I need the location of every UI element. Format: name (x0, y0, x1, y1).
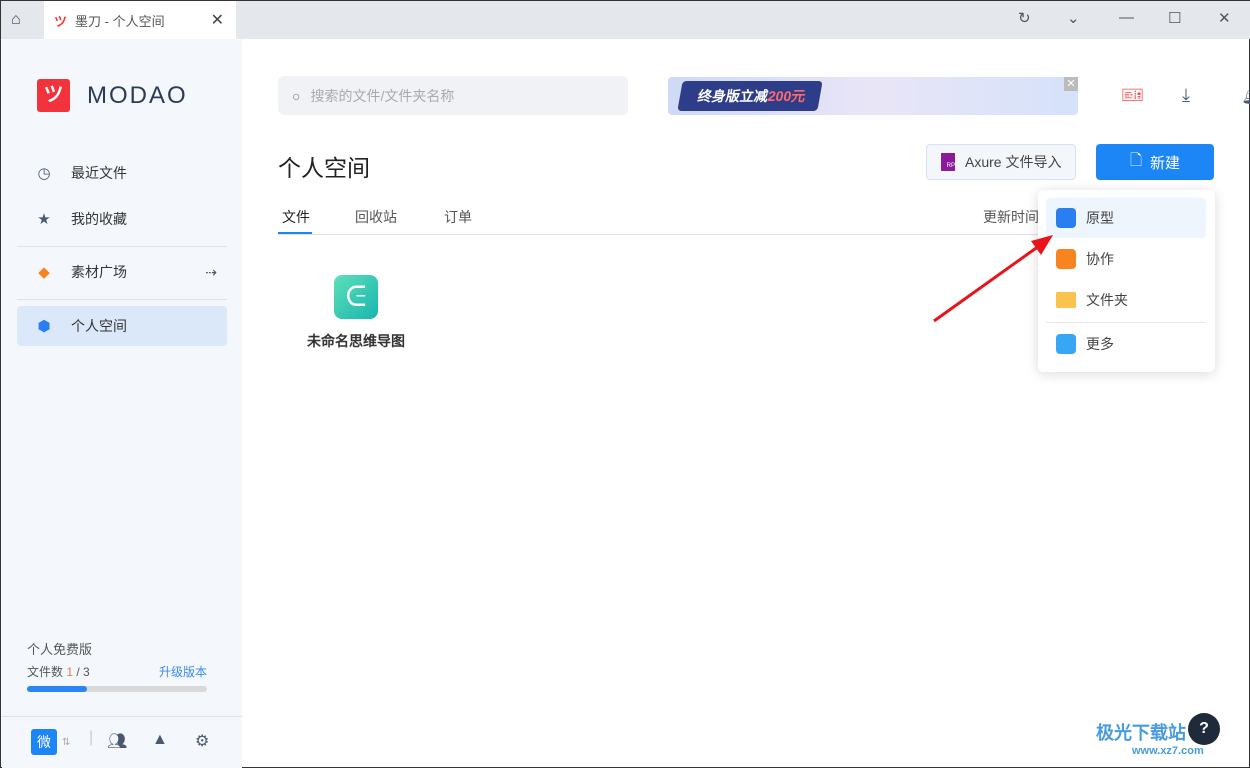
page-title: 个人空间 (278, 155, 370, 181)
count-total: / 3 (73, 665, 90, 679)
usage-progress-fill (27, 686, 87, 692)
button-label: 新建 (1150, 154, 1181, 172)
menu-item-label: 更多 (1086, 336, 1114, 352)
workspace-avatar[interactable]: 微 (31, 729, 57, 755)
refresh-icon[interactable]: ↻ (1018, 9, 1031, 27)
grid-icon (1056, 334, 1076, 354)
plan-name: 个人免费版 (27, 642, 93, 657)
new-file-icon: 🗋 (1129, 151, 1143, 169)
title-bar: ⌂ ツ 墨刀 - 个人空间 ✕ ↻ ⌄ — ☐ ✕ (1, 1, 1250, 39)
cube-icon: ⬢ (37, 318, 51, 335)
divider: | (89, 729, 94, 746)
search-placeholder: 搜索的文件/文件夹名称 (310, 87, 455, 104)
gift-ticket-icon[interactable]: 🎫︎ (1121, 85, 1144, 106)
sidebar-item-recent[interactable]: ◷ 最近文件 (17, 153, 227, 193)
browser-tab[interactable]: ツ 墨刀 - 个人空间 ✕ (44, 1, 236, 39)
divider (2, 716, 242, 717)
search-icon: ○ (292, 87, 301, 104)
sidebar-item-materials[interactable]: ◆ 素材广场 ⇢ (17, 252, 227, 292)
menu-item-label: 文件夹 (1086, 292, 1128, 308)
brand-name: MODAO (87, 81, 188, 109)
watermark-url: www.xz7.com (1132, 745, 1204, 757)
maximize-icon[interactable]: ☐ (1168, 9, 1181, 27)
divider (17, 246, 227, 247)
upgrade-link[interactable]: 升级版本 (159, 663, 207, 680)
new-dropdown-menu: 原型 协作 文件夹 更多 (1038, 190, 1215, 372)
shapes-icon: ◆ (38, 264, 50, 281)
tab-title: 墨刀 - 个人空间 (75, 13, 165, 29)
menu-item-prototype[interactable]: 原型 (1046, 198, 1206, 238)
file-count: 文件数 1 / 3 (27, 663, 90, 680)
axure-rp-icon: RP (941, 153, 955, 171)
sidebar-item-personal-space[interactable]: ⬢ 个人空间 (17, 306, 227, 346)
sidebar: ツ MODAO ◷ 最近文件 ★ 我的收藏 ◆ 素材广场 ⇢ ⬢ 个人空间 个人免费版 文… (2, 39, 242, 768)
home-icon[interactable]: ⌂ (11, 11, 33, 29)
active-tab-indicator (278, 232, 312, 234)
promo-text: 终身版立减200元 (677, 81, 823, 111)
promo-label: 终身版立减 (696, 88, 770, 104)
gear-icon[interactable]: ⚙ (195, 731, 209, 751)
promo-amount: 200元 (766, 88, 807, 104)
sidebar-item-label: 素材广场 (71, 264, 127, 280)
prototype-icon (1056, 208, 1076, 228)
new-button[interactable]: 🗋 新建 (1096, 144, 1214, 180)
watermark-text: 极光下载站 (1096, 723, 1186, 743)
modao-logo-mark: ツ (37, 79, 70, 112)
tab-files[interactable]: 文件 (282, 207, 310, 227)
minimize-icon[interactable]: — (1119, 9, 1134, 26)
count-label: 文件数 (27, 665, 64, 679)
banner-close-icon[interactable]: ✕ (1064, 77, 1078, 91)
menu-item-more[interactable]: 更多 (1046, 324, 1206, 364)
logo[interactable]: ツ MODAO (37, 79, 188, 112)
team-icon[interactable]: 👥︎ (107, 731, 127, 751)
menu-item-folder[interactable]: 文件夹 (1046, 280, 1206, 320)
close-icon[interactable]: ✕ (1218, 9, 1231, 27)
file-item[interactable]: ᕮ 未命名思维导图 (301, 275, 411, 351)
collaboration-icon (1056, 249, 1076, 269)
promo-banner[interactable]: 终身版立减200元 ✕ (668, 77, 1078, 115)
download-icon[interactable]: ⤓ (1182, 85, 1190, 106)
button-label: Axure 文件导入 (965, 154, 1062, 170)
search-input[interactable]: ○ 搜索的文件/文件夹名称 (278, 76, 628, 115)
file-name: 未命名思维导图 (307, 333, 405, 349)
arrow-right-icon: ⇢ (205, 263, 217, 280)
content-tabs: 文件 回收站 订单 (278, 201, 1038, 235)
modao-tab-logo: ツ (54, 13, 68, 29)
sidebar-item-favorites[interactable]: ★ 我的收藏 (17, 199, 227, 239)
sort-dropdown[interactable]: 更新时间 (983, 207, 1039, 227)
mindmap-icon: ᕮ (334, 275, 378, 319)
menu-item-collaboration[interactable]: 协作 (1046, 239, 1206, 279)
design-icon[interactable]: ▲ (152, 731, 168, 749)
sidebar-item-label: 我的收藏 (71, 211, 127, 227)
tab-close-icon[interactable]: ✕ (211, 10, 224, 30)
menu-item-label: 协作 (1086, 251, 1114, 267)
sidebar-item-label: 最近文件 (71, 165, 127, 181)
tab-orders[interactable]: 订单 (444, 207, 472, 227)
folder-icon (1056, 292, 1076, 308)
bell-icon[interactable]: 🔔︎ (1241, 85, 1250, 106)
sidebar-item-label: 个人空间 (71, 318, 127, 334)
help-button[interactable]: ? (1188, 713, 1220, 745)
clock-icon: ◷ (37, 165, 51, 182)
usage-progress (27, 686, 207, 692)
star-icon: ★ (37, 211, 51, 228)
axure-import-button[interactable]: RP Axure 文件导入 (926, 144, 1076, 180)
switch-workspace-icon[interactable]: ⇅ (62, 737, 70, 748)
chevron-down-icon[interactable]: ⌄ (1067, 9, 1080, 27)
divider (1046, 322, 1206, 323)
tab-trash[interactable]: 回收站 (355, 207, 397, 227)
menu-item-label: 原型 (1086, 210, 1114, 226)
divider (17, 299, 227, 300)
